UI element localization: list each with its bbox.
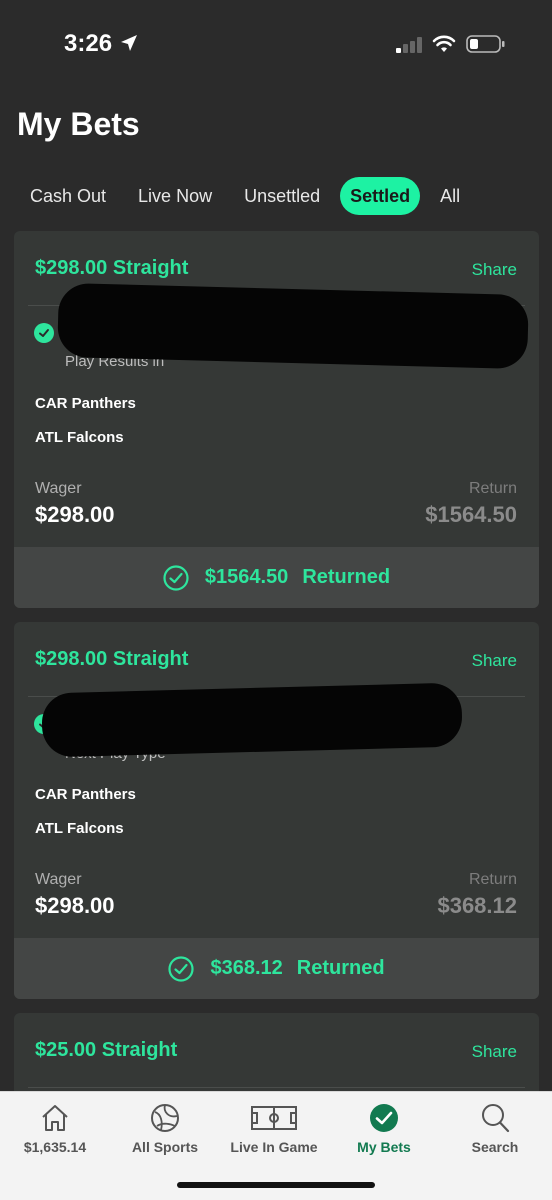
ball-icon <box>151 1104 179 1132</box>
tab-all[interactable]: All <box>424 177 476 215</box>
check-icon <box>34 323 54 343</box>
home-indicator <box>177 1182 375 1188</box>
screen: 3:26 My Bets Cash Out Live Now Unsettled… <box>0 0 552 1200</box>
bet-title: $298.00 Straight <box>35 257 189 279</box>
wager-value: $298.00 <box>35 893 115 918</box>
share-button[interactable]: Share <box>472 651 517 671</box>
team-name: ATL Falcons <box>35 429 124 446</box>
return-label: Return <box>468 871 517 888</box>
battery-icon <box>466 35 505 53</box>
tab-settled[interactable]: Settled <box>340 177 421 215</box>
divider <box>28 1087 525 1088</box>
wager-label: Wager <box>35 480 82 497</box>
team-name: CAR Panthers <box>35 395 136 412</box>
search-icon <box>482 1104 510 1133</box>
team-name: CAR Panthers <box>35 786 136 803</box>
wifi-icon <box>432 35 456 52</box>
return-label: Return <box>468 480 517 497</box>
tab-cash-out[interactable]: Cash Out <box>14 177 122 215</box>
status-bar: 3:26 <box>0 0 552 90</box>
check-circle-icon <box>370 1104 398 1132</box>
bet-title: $25.00 Straight <box>35 1039 178 1061</box>
wager-label: Wager <box>35 871 82 888</box>
bet-card[interactable]: $298.00 Straight Share Next Play Type CA… <box>14 622 539 999</box>
returned-amount: $1564.50 <box>204 566 289 588</box>
wager-value: $298.00 <box>35 502 115 527</box>
returned-status-bar: $1564.50 Returned <box>14 547 539 608</box>
returned-amount: $368.12 <box>210 957 283 979</box>
check-circle-outline-icon <box>168 955 195 982</box>
field-icon <box>251 1106 297 1130</box>
returned-status-bar: $368.12 Returned <box>14 938 539 999</box>
bet-title: $298.00 Straight <box>35 648 189 670</box>
returned-label: Returned <box>302 566 391 588</box>
nav-home[interactable]: $1,635.14 <box>0 1102 110 1155</box>
home-icon <box>42 1105 68 1131</box>
return-value: $1564.50 <box>425 502 517 527</box>
share-button[interactable]: Share <box>472 1042 517 1062</box>
nav-label: All Sports <box>131 1139 199 1155</box>
nav-search[interactable]: Search <box>440 1102 550 1155</box>
check-circle-outline-icon <box>163 564 189 591</box>
cellular-signal-icon <box>396 37 422 53</box>
nav-label: My Bets <box>357 1139 411 1155</box>
status-time: 3:26 <box>64 30 113 57</box>
return-value: $368.12 <box>437 893 517 918</box>
nav-label: $1,635.14 <box>23 1139 87 1155</box>
page-title: My Bets <box>17 106 140 142</box>
tab-unsettled[interactable]: Unsettled <box>228 177 336 215</box>
nav-live-in-game[interactable]: Live In Game <box>219 1102 329 1155</box>
share-button[interactable]: Share <box>472 260 517 280</box>
redaction-mark <box>57 282 529 370</box>
nav-label: Search <box>471 1139 519 1155</box>
location-arrow-icon <box>121 35 137 51</box>
bet-filter-tabs: Cash Out Live Now Unsettled Settled All <box>14 177 476 215</box>
team-name: ATL Falcons <box>35 820 124 837</box>
returned-label: Returned <box>296 957 385 979</box>
nav-my-bets[interactable]: My Bets <box>329 1102 439 1155</box>
nav-label: Live In Game <box>230 1139 318 1155</box>
nav-all-sports[interactable]: All Sports <box>110 1102 220 1155</box>
bet-card[interactable]: $25.00 Straight Share <box>14 1013 539 1103</box>
tab-live-now[interactable]: Live Now <box>122 177 228 215</box>
redaction-mark <box>41 682 463 758</box>
bet-card[interactable]: $298.00 Straight Share Play Results in C… <box>14 231 539 608</box>
